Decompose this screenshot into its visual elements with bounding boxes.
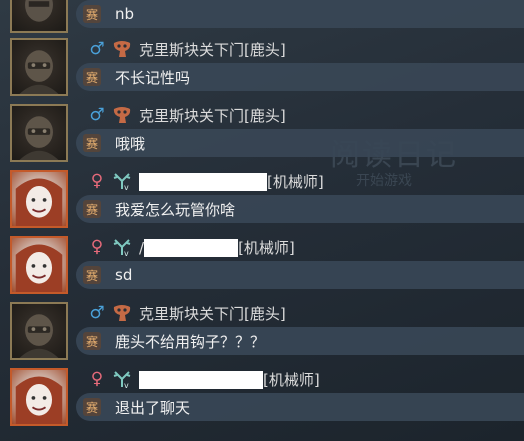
sai-badge: 赛: [83, 332, 101, 350]
chat-message: ♂ 克里斯块关下门[鹿头] 赛 哦哦: [0, 99, 524, 166]
deer-skull-badge-icon: [113, 305, 131, 321]
female-icon: ♀: [90, 237, 104, 257]
chat-message: ♀ v [机械师] 赛 我爱怎么玩管你啥: [0, 165, 524, 232]
antler-v-badge-icon: v: [113, 371, 131, 389]
antler-v-badge-icon: v: [113, 239, 131, 257]
svg-text:v: v: [124, 249, 129, 257]
message-header: ♀ v [机械师]: [87, 367, 320, 391]
avatar[interactable]: [10, 302, 68, 360]
player-name[interactable]: 克里斯块关下门[鹿头]: [139, 39, 286, 60]
sai-badge: 赛: [83, 134, 101, 152]
avatar[interactable]: [10, 38, 68, 96]
player-name[interactable]: 克里斯块关下门[鹿头]: [139, 105, 286, 126]
sai-badge: 赛: [83, 5, 101, 23]
message-text: nb: [115, 5, 135, 23]
avatar[interactable]: [10, 170, 68, 228]
message-bubble: 赛 哦哦: [76, 129, 524, 157]
chat-message: ♂ 克里斯块关下门[鹿头] 赛 鹿头不给用钩子？？？: [0, 297, 524, 364]
player-role-tag: [机械师]: [267, 172, 324, 191]
avatar[interactable]: [10, 0, 68, 33]
sai-badge: 赛: [83, 68, 101, 86]
male-icon: ♂: [89, 303, 105, 323]
message-header: ♂ 克里斯块关下门[鹿头]: [87, 103, 286, 127]
deer-skull-badge-icon: [113, 107, 131, 123]
avatar[interactable]: [10, 104, 68, 162]
player-name[interactable]: / [机械师]: [139, 237, 295, 258]
message-bubble: 赛 nb: [76, 0, 524, 28]
message-header: ♀ v / [机械师]: [87, 235, 295, 259]
antler-v-badge-icon: v: [113, 173, 131, 191]
hunter-portrait-icon: [19, 50, 59, 94]
message-text: 哦哦: [115, 134, 146, 153]
sai-badge: 赛: [83, 200, 101, 218]
chat-message: ♀ v / [机械师] 赛 sd: [0, 231, 524, 298]
svg-text:v: v: [124, 381, 129, 389]
message-text: 我爱怎么玩管你啥: [115, 200, 236, 219]
player-name-prefix: 克里斯块关下门: [139, 106, 245, 125]
player-name-prefix: 克里斯块关下门: [139, 40, 245, 59]
female-icon: ♀: [90, 171, 104, 191]
chat-feed[interactable]: 赛 nb ♂ 克里斯块关下门[鹿头] 赛 不长记性吗 ♂ 克里斯块关下门[鹿头]…: [0, 0, 524, 441]
female-icon: ♀: [90, 369, 104, 389]
male-icon: ♂: [89, 39, 105, 59]
chat-message: ♀ v [机械师] 赛 退出了聊天: [0, 363, 524, 430]
message-bubble: 赛 sd: [76, 261, 524, 289]
message-text: sd: [115, 266, 133, 284]
message-bubble: 赛 退出了聊天: [76, 393, 524, 421]
sai-badge: 赛: [83, 398, 101, 416]
player-name[interactable]: 克里斯块关下门[鹿头]: [139, 303, 286, 324]
message-text: 不长记性吗: [115, 68, 191, 87]
message-header: ♂ 克里斯块关下门[鹿头]: [87, 37, 286, 61]
chat-message: ♂ 克里斯块关下门[鹿头] 赛 不长记性吗: [0, 33, 524, 100]
mechanic-portrait-icon: [15, 244, 63, 292]
deer-skull-badge-icon: [113, 41, 131, 57]
message-text: 退出了聊天: [115, 398, 191, 417]
message-header: ♀ v [机械师]: [87, 169, 324, 193]
avatar[interactable]: [10, 236, 68, 294]
player-role-tag: [鹿头]: [244, 106, 286, 125]
player-name[interactable]: [机械师]: [139, 171, 324, 192]
message-text: 鹿头不给用钩子？？？: [115, 332, 266, 351]
player-role-tag: [机械师]: [238, 238, 295, 257]
svg-text:v: v: [124, 183, 129, 191]
player-role-tag: [鹿头]: [244, 40, 286, 59]
message-bubble: 赛 不长记性吗: [76, 63, 524, 91]
player-role-tag: [鹿头]: [244, 304, 286, 323]
redacted-name-mask: [139, 173, 267, 191]
player-name[interactable]: [机械师]: [139, 369, 320, 390]
hunter-portrait-icon: [19, 116, 59, 160]
redacted-name-mask: [144, 239, 239, 257]
redacted-name-mask: [139, 371, 263, 389]
avatar[interactable]: [10, 368, 68, 426]
player-role-tag: [机械师]: [263, 370, 320, 389]
male-icon: ♂: [89, 105, 105, 125]
message-header: ♂ 克里斯块关下门[鹿头]: [87, 301, 286, 325]
hunter-portrait-icon: [25, 0, 53, 22]
message-bubble: 赛 鹿头不给用钩子？？？: [76, 327, 524, 355]
player-name-prefix: 克里斯块关下门: [139, 304, 245, 323]
mechanic-portrait-icon: [15, 178, 63, 226]
message-bubble: 赛 我爱怎么玩管你啥: [76, 195, 524, 223]
sai-badge: 赛: [83, 266, 101, 284]
hunter-portrait-icon: [19, 314, 59, 358]
mechanic-portrait-icon: [15, 376, 63, 424]
chat-message: 赛 nb: [0, 0, 524, 37]
